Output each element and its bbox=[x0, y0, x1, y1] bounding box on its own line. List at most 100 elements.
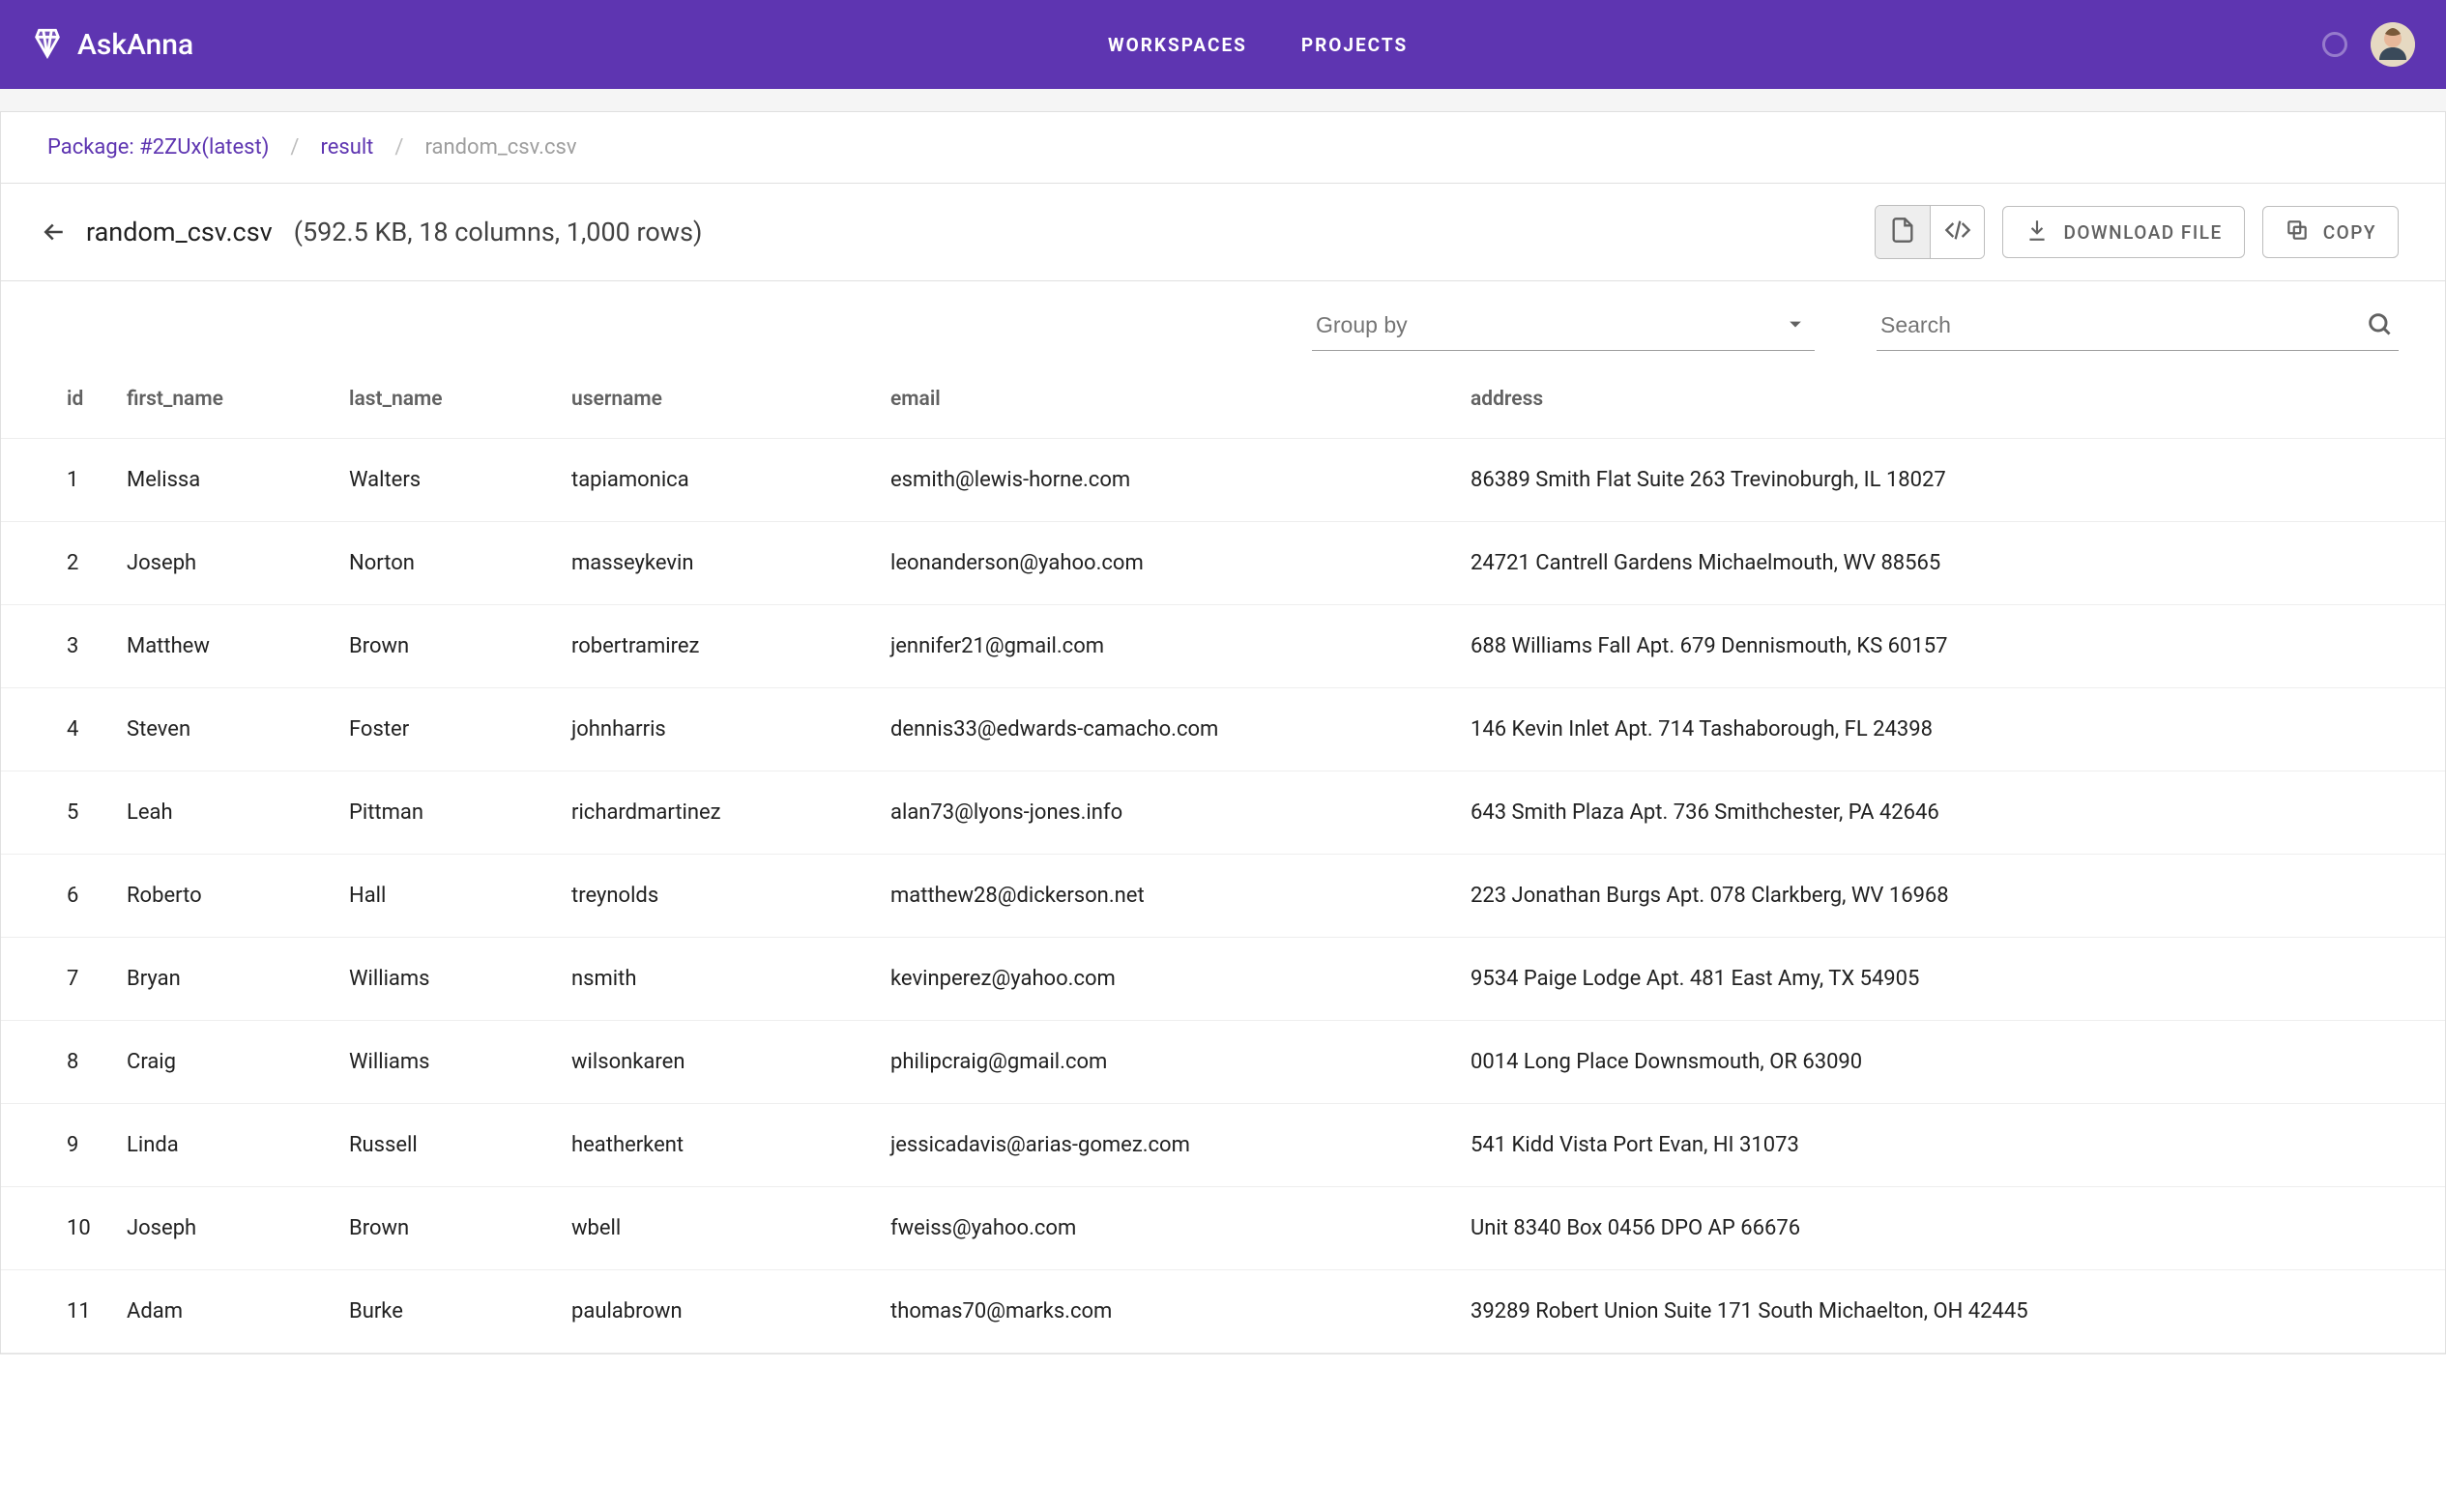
cell-id: 11 bbox=[1, 1270, 127, 1353]
cell-first_name: Leah bbox=[127, 771, 349, 855]
cell-last_name: Brown bbox=[349, 605, 571, 688]
table-row[interactable]: 10JosephBrownwbellfweiss@yahoo.comUnit 8… bbox=[1, 1187, 2445, 1270]
cell-username: robertramirez bbox=[571, 605, 890, 688]
col-header-id[interactable]: id bbox=[1, 359, 127, 439]
cell-first_name: Roberto bbox=[127, 855, 349, 938]
back-button[interactable] bbox=[40, 218, 69, 247]
cell-last_name: Williams bbox=[349, 1021, 571, 1104]
cell-id: 4 bbox=[1, 688, 127, 771]
cell-username: treynolds bbox=[571, 855, 890, 938]
breadcrumb-separator: / bbox=[290, 135, 299, 160]
table-row[interactable]: 4StevenFosterjohnharrisdennis33@edwards-… bbox=[1, 688, 2445, 771]
cell-email: matthew28@dickerson.net bbox=[890, 855, 1471, 938]
cell-last_name: Hall bbox=[349, 855, 571, 938]
cell-id: 3 bbox=[1, 605, 127, 688]
table-row[interactable]: 5LeahPittmanrichardmartinezalan73@lyons-… bbox=[1, 771, 2445, 855]
cell-email: alan73@lyons-jones.info bbox=[890, 771, 1471, 855]
download-icon bbox=[2024, 218, 2050, 247]
nav-workspaces[interactable]: WORKSPACES bbox=[1108, 34, 1247, 56]
cell-email: fweiss@yahoo.com bbox=[890, 1187, 1471, 1270]
cell-first_name: Joseph bbox=[127, 522, 349, 605]
view-table-button[interactable] bbox=[1876, 206, 1930, 258]
table-row[interactable]: 11AdamBurkepaulabrownthomas70@marks.com3… bbox=[1, 1270, 2445, 1353]
cell-address: 688 Williams Fall Apt. 679 Dennismouth, … bbox=[1471, 605, 2445, 688]
cell-last_name: Norton bbox=[349, 522, 571, 605]
cell-address: 223 Jonathan Burgs Apt. 078 Clarkberg, W… bbox=[1471, 855, 2445, 938]
cell-last_name: Burke bbox=[349, 1270, 571, 1353]
crumb-current: random_csv.csv bbox=[424, 135, 576, 160]
cell-address: 541 Kidd Vista Port Evan, HI 31073 bbox=[1471, 1104, 2445, 1187]
file-header: random_csv.csv (592.5 KB, 18 columns, 1,… bbox=[1, 184, 2445, 281]
brand-icon bbox=[31, 26, 64, 63]
cell-username: wilsonkaren bbox=[571, 1021, 890, 1104]
cell-email: esmith@lewis-horne.com bbox=[890, 439, 1471, 522]
cell-id: 10 bbox=[1, 1187, 127, 1270]
cell-email: leonanderson@yahoo.com bbox=[890, 522, 1471, 605]
cell-last_name: Foster bbox=[349, 688, 571, 771]
table-row[interactable]: 6RobertoHalltreynoldsmatthew28@dickerson… bbox=[1, 855, 2445, 938]
copy-button[interactable]: COPY bbox=[2262, 206, 2399, 258]
cell-address: Unit 8340 Box 0456 DPO AP 66676 bbox=[1471, 1187, 2445, 1270]
cell-username: masseykevin bbox=[571, 522, 890, 605]
cell-first_name: Matthew bbox=[127, 605, 349, 688]
cell-email: philipcraig@gmail.com bbox=[890, 1021, 1471, 1104]
brand-text: AskAnna bbox=[77, 28, 193, 62]
breadcrumb: Package: #2ZUx(latest) / result / random… bbox=[1, 112, 2445, 184]
cell-last_name: Russell bbox=[349, 1104, 571, 1187]
cell-username: paulabrown bbox=[571, 1270, 890, 1353]
table-row[interactable]: 7BryanWilliamsnsmithkevinperez@yahoo.com… bbox=[1, 938, 2445, 1021]
cell-username: johnharris bbox=[571, 688, 890, 771]
cell-id: 5 bbox=[1, 771, 127, 855]
nav-projects[interactable]: PROJECTS bbox=[1301, 34, 1408, 56]
col-header-first-name[interactable]: first_name bbox=[127, 359, 349, 439]
chevron-down-icon bbox=[1782, 310, 1809, 341]
col-header-address[interactable]: address bbox=[1471, 359, 2445, 439]
cell-first_name: Craig bbox=[127, 1021, 349, 1104]
crumb-result[interactable]: result bbox=[320, 135, 373, 160]
copy-label: COPY bbox=[2323, 221, 2376, 244]
cell-first_name: Joseph bbox=[127, 1187, 349, 1270]
loading-indicator-icon bbox=[2322, 32, 2347, 57]
breadcrumb-separator: / bbox=[394, 135, 403, 160]
data-table: id first_name last_name username email a… bbox=[1, 359, 2445, 1353]
cell-id: 7 bbox=[1, 938, 127, 1021]
cell-last_name: Brown bbox=[349, 1187, 571, 1270]
cell-address: 643 Smith Plaza Apt. 736 Smithchester, P… bbox=[1471, 771, 2445, 855]
group-by-select[interactable] bbox=[1312, 305, 1815, 351]
top-bar: AskAnna WORKSPACES PROJECTS bbox=[0, 0, 2446, 89]
cell-address: 39289 Robert Union Suite 171 South Micha… bbox=[1471, 1270, 2445, 1353]
cell-email: dennis33@edwards-camacho.com bbox=[890, 688, 1471, 771]
file-name: random_csv.csv bbox=[86, 217, 273, 247]
cell-first_name: Melissa bbox=[127, 439, 349, 522]
table-row[interactable]: 1MelissaWalterstapiamonicaesmith@lewis-h… bbox=[1, 439, 2445, 522]
table-row[interactable]: 9LindaRussellheatherkentjessicadavis@ari… bbox=[1, 1104, 2445, 1187]
file-icon bbox=[1889, 217, 1916, 247]
brand[interactable]: AskAnna bbox=[31, 26, 193, 63]
col-header-username[interactable]: username bbox=[571, 359, 890, 439]
table-row[interactable]: 2JosephNortonmasseykevinleonanderson@yah… bbox=[1, 522, 2445, 605]
view-mode-toggle bbox=[1875, 205, 1985, 259]
cell-username: tapiamonica bbox=[571, 439, 890, 522]
cell-id: 1 bbox=[1, 439, 127, 522]
table-row[interactable]: 3MatthewBrownrobertramirezjennifer21@gma… bbox=[1, 605, 2445, 688]
spacer bbox=[0, 89, 2446, 112]
view-code-button[interactable] bbox=[1930, 206, 1984, 258]
user-avatar[interactable] bbox=[2371, 22, 2415, 67]
cell-username: wbell bbox=[571, 1187, 890, 1270]
table-header-row: id first_name last_name username email a… bbox=[1, 359, 2445, 439]
col-header-email[interactable]: email bbox=[890, 359, 1471, 439]
cell-email: jessicadavis@arias-gomez.com bbox=[890, 1104, 1471, 1187]
crumb-package[interactable]: Package: #2ZUx(latest) bbox=[47, 135, 269, 160]
copy-icon bbox=[2285, 218, 2310, 247]
table-controls bbox=[1, 281, 2445, 359]
col-header-last-name[interactable]: last_name bbox=[349, 359, 571, 439]
cell-username: heatherkent bbox=[571, 1104, 890, 1187]
search-input[interactable] bbox=[1877, 305, 2399, 351]
table-row[interactable]: 8CraigWilliamswilsonkarenphilipcraig@gma… bbox=[1, 1021, 2445, 1104]
cell-id: 2 bbox=[1, 522, 127, 605]
file-meta: (592.5 KB, 18 columns, 1,000 rows) bbox=[294, 217, 703, 247]
cell-address: 0014 Long Place Downsmouth, OR 63090 bbox=[1471, 1021, 2445, 1104]
download-file-button[interactable]: DOWNLOAD FILE bbox=[2002, 206, 2244, 258]
cell-last_name: Williams bbox=[349, 938, 571, 1021]
cell-address: 9534 Paige Lodge Apt. 481 East Amy, TX 5… bbox=[1471, 938, 2445, 1021]
